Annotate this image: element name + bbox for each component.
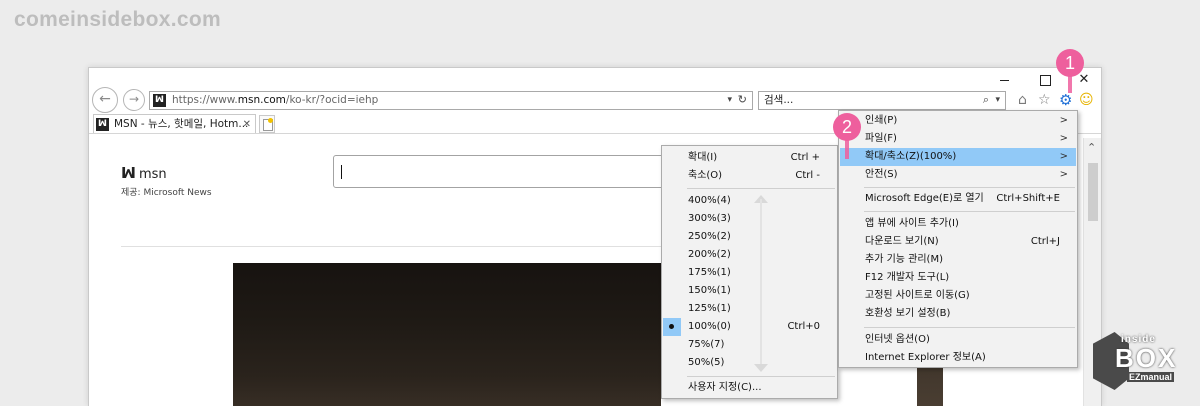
menu-item-add-site-app-view[interactable]: 앱 뷰에 사이트 추가(I) (840, 215, 1076, 233)
favorites-star-icon[interactable]: ☆ (1038, 92, 1051, 108)
chevron-right-icon: > (1059, 115, 1068, 126)
menu-item-about-ie[interactable]: Internet Explorer 정보(A) (840, 349, 1076, 367)
hero-image[interactable] (233, 263, 661, 406)
msn-provider-text: 제공: Microsoft News (121, 188, 212, 198)
zoom-125-item[interactable]: 125%(1) (663, 300, 836, 318)
menu-item-f12-devtools[interactable]: F12 개발자 도구(L) (840, 269, 1076, 287)
zoom-custom-item[interactable]: 사용자 지정(C)... (663, 379, 836, 397)
menu-separator (687, 376, 835, 377)
zoom-250-item[interactable]: 250%(2) (663, 228, 836, 246)
watermark-ezmanual: EZmanual (1127, 372, 1175, 382)
back-button[interactable]: ← (92, 87, 118, 113)
watermark-box: BOX (1115, 343, 1178, 373)
maximize-button[interactable] (1035, 72, 1055, 88)
url-prefix: https://www. (172, 94, 238, 106)
zoom-100-item[interactable]: 100%(0) Ctrl+0 (663, 318, 836, 336)
msn-butterfly-icon: ꟽ (96, 118, 109, 131)
menu-separator (864, 187, 1075, 188)
insidebox-watermark: inside BOX EZmanual (1093, 332, 1188, 390)
menu-item-print[interactable]: 인쇄(P) > (840, 112, 1076, 130)
msn-logo-text: msn (138, 167, 167, 182)
search-dropdown-icon[interactable]: ▾ (995, 93, 1000, 108)
msn-butterfly-icon: ꟽ (121, 164, 136, 182)
zoom-400-item[interactable]: 400%(4) (663, 192, 836, 210)
url-path: /ko-kr/?ocid=iehp (285, 94, 379, 106)
step-2-badge: 2 (833, 113, 861, 141)
menu-item-compat-view[interactable]: 호환성 보기 설정(B) (840, 305, 1076, 323)
zoom-out-item[interactable]: 축소(O) Ctrl - (663, 167, 836, 185)
menu-separator (864, 327, 1075, 328)
forward-button[interactable]: → (123, 89, 145, 111)
menu-item-safety[interactable]: 안전(S) > (840, 166, 1076, 184)
arrow-left-icon: ← (99, 91, 111, 107)
menu-item-downloads[interactable]: 다운로드 보기(N) Ctrl+J (840, 233, 1076, 251)
new-tab-button[interactable] (259, 115, 275, 133)
browser-tab[interactable]: ꟽ MSN - 뉴스, 핫메일, Hotm... ✕ (93, 114, 256, 134)
search-icon[interactable]: ⌕ (983, 92, 989, 108)
menu-item-file[interactable]: 파일(F) > (840, 130, 1076, 148)
url-text[interactable]: https://www.msn.com/ko-kr/?ocid=iehp (172, 93, 378, 108)
msn-search-input[interactable] (333, 155, 673, 188)
site-logo: comeinsidebox.com (14, 8, 221, 31)
menu-separator (864, 211, 1075, 212)
zoom-50-item[interactable]: 50%(5) (663, 354, 836, 372)
zoom-75-item[interactable]: 75%(7) (663, 336, 836, 354)
address-dropdown-icon[interactable]: ▾ (727, 93, 732, 108)
zoom-200-item[interactable]: 200%(2) (663, 246, 836, 264)
step-2-pointer (845, 139, 849, 159)
zoom-300-item[interactable]: 300%(3) (663, 210, 836, 228)
minimize-button[interactable] (995, 72, 1015, 88)
step-1-pointer (1068, 75, 1072, 93)
refresh-icon[interactable]: ↻ (738, 92, 747, 108)
search-placeholder: 검색... (764, 94, 794, 106)
zoom-175-item[interactable]: 175%(1) (663, 264, 836, 282)
chevron-right-icon: > (1059, 133, 1068, 144)
arrow-right-icon: → (128, 92, 140, 106)
tools-gear-icon[interactable]: ⚙ (1059, 92, 1072, 108)
text-caret (341, 165, 342, 179)
menu-item-zoom[interactable]: 확대/축소(Z)(100%) > (840, 148, 1076, 166)
url-host: msn.com (237, 94, 286, 106)
search-input[interactable]: 검색... ⌕ ▾ (758, 91, 1006, 110)
menu-item-pinned-sites[interactable]: 고정된 사이트로 이동(G) (840, 287, 1076, 305)
chevron-right-icon: > (1059, 151, 1068, 162)
tools-menu: 인쇄(P) > 파일(F) > 확대/축소(Z)(100%) > 안전(S) > Mic… (838, 110, 1078, 368)
msn-butterfly-icon: ꟽ (153, 94, 166, 107)
menu-separator (687, 188, 835, 189)
content-divider (121, 246, 661, 247)
feedback-smiley-icon[interactable]: ☺ (1079, 92, 1094, 108)
scroll-thumb[interactable] (1088, 163, 1098, 221)
tab-title: MSN - 뉴스, 핫메일, Hotm... (114, 118, 249, 130)
scroll-up-icon[interactable]: ⌃ (1087, 142, 1096, 154)
menu-item-internet-options[interactable]: 인터넷 옵션(O) (840, 331, 1076, 349)
zoom-150-item[interactable]: 150%(1) (663, 282, 836, 300)
tab-close-icon[interactable]: ✕ (243, 117, 251, 132)
chevron-right-icon: > (1059, 169, 1068, 180)
menu-item-manage-addons[interactable]: 추가 기능 관리(M) (840, 251, 1076, 269)
zoom-in-item[interactable]: 확대(I) Ctrl + (663, 149, 836, 167)
address-bar[interactable]: ꟽ https://www.msn.com/ko-kr/?ocid=iehp ▾… (149, 91, 753, 110)
zoom-submenu: 확대(I) Ctrl + 축소(O) Ctrl - 400%(4) 300%(3) … (661, 145, 838, 399)
msn-logo[interactable]: ꟽ msn (121, 164, 167, 182)
home-icon[interactable]: ⌂ (1018, 92, 1027, 108)
step-1-badge: 1 (1056, 49, 1084, 77)
menu-item-open-edge[interactable]: Microsoft Edge(E)로 열기 Ctrl+Shift+E (840, 190, 1076, 208)
